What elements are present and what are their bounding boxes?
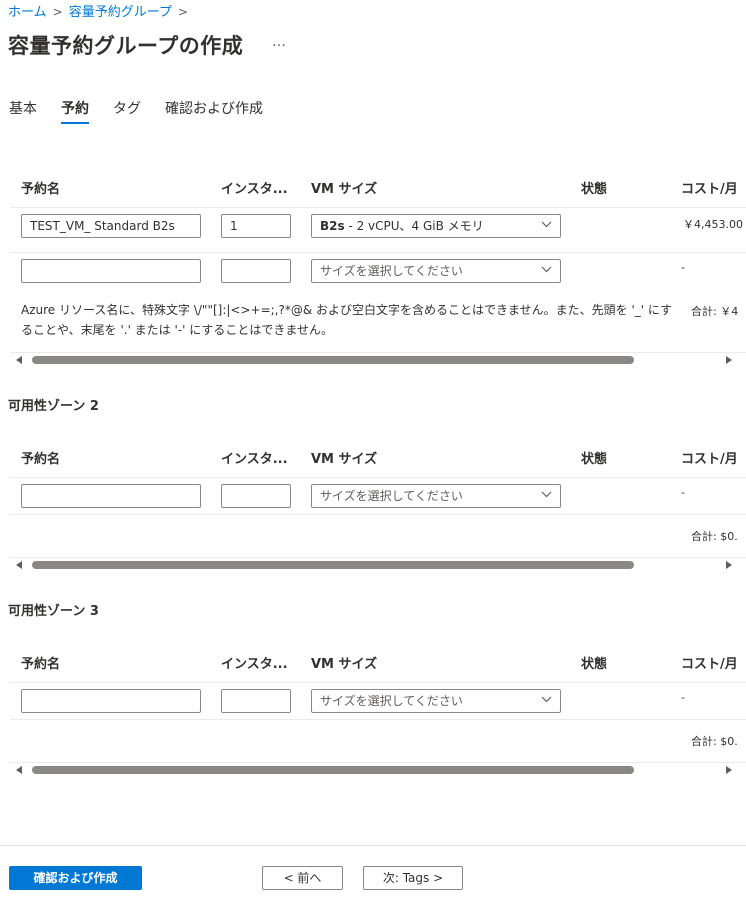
scrollbar-thumb[interactable] <box>32 766 634 774</box>
vm-size-dropdown[interactable]: B2s - 2 vCPU、4 GiB メモリ <box>311 214 561 238</box>
scroll-left-icon[interactable] <box>16 561 22 569</box>
validation-error-message: Azure リソース名に、特殊文字 \/""[]:|<>+=;,?*@& および… <box>21 303 673 337</box>
breadcrumb: ホーム > 容量予約グループ > <box>8 1 194 20</box>
row-cost: - <box>681 691 685 704</box>
active-tab-indicator <box>61 122 89 124</box>
column-header-instances: インスタ... <box>221 182 288 197</box>
row-divider <box>10 719 746 720</box>
vm-size-dropdown[interactable]: サイズを選択してください <box>311 259 561 283</box>
column-header-cost: コスト/月 <box>681 182 738 197</box>
next-tags-button[interactable]: 次: Tags > <box>363 866 463 890</box>
instance-count-input[interactable] <box>221 259 291 283</box>
row-divider <box>10 477 746 478</box>
vm-size-detail: - 2 vCPU、4 GiB メモリ <box>344 219 484 233</box>
instance-count-input[interactable]: 1 <box>221 214 291 238</box>
scroll-left-icon[interactable] <box>16 356 22 364</box>
chevron-down-icon <box>541 266 552 273</box>
review-create-button[interactable]: 確認および作成 <box>9 866 142 890</box>
vm-size-dropdown[interactable]: サイズを選択してください <box>311 484 561 508</box>
column-header-name: 予約名 <box>21 452 61 467</box>
page-title: 容量予約グループの作成 <box>8 34 244 58</box>
breadcrumb-separator-icon: > <box>177 5 188 19</box>
vm-size-dropdown[interactable]: サイズを選択してください <box>311 689 561 713</box>
row-cost: ￥4,453.00 <box>683 218 743 231</box>
column-header-cost: コスト/月 <box>681 657 738 672</box>
row-cost: - <box>681 486 685 499</box>
reservation-name-input[interactable] <box>21 484 201 508</box>
horizontal-scrollbar[interactable] <box>10 352 746 366</box>
tab-reservations[interactable]: 予約 <box>61 98 89 118</box>
previous-button[interactable]: < 前へ <box>262 866 343 890</box>
column-header-name: 予約名 <box>21 657 61 672</box>
column-header-instances: インスタ... <box>221 452 288 467</box>
footer-divider <box>0 845 746 846</box>
tab-tags[interactable]: タグ <box>113 98 141 118</box>
row-divider <box>10 207 746 208</box>
vm-size-placeholder: サイズを選択してください <box>320 264 463 278</box>
breadcrumb-separator-icon: > <box>52 5 63 19</box>
tab-basics[interactable]: 基本 <box>9 98 37 118</box>
more-options-icon[interactable]: … <box>272 34 287 50</box>
scrollbar-thumb[interactable] <box>32 561 634 569</box>
scroll-left-icon[interactable] <box>16 766 22 774</box>
tab-review-create[interactable]: 確認および作成 <box>165 98 263 118</box>
zone-total: 合計: $0. <box>691 735 738 748</box>
vm-size-name: B2s <box>320 219 345 233</box>
breadcrumb-group-link[interactable]: 容量予約グループ <box>69 5 172 20</box>
chevron-down-icon <box>541 221 552 228</box>
scroll-right-icon[interactable] <box>726 356 732 364</box>
instance-count-input[interactable] <box>221 689 291 713</box>
vm-size-placeholder: サイズを選択してください <box>320 489 463 503</box>
column-header-vm-size: VM サイズ <box>311 452 378 467</box>
zone-2-title: 可用性ゾーン 2 <box>8 399 99 414</box>
column-header-cost: コスト/月 <box>681 452 738 467</box>
zone-total: 合計: $0. <box>691 530 738 543</box>
scroll-right-icon[interactable] <box>726 766 732 774</box>
breadcrumb-home-link[interactable]: ホーム <box>8 5 47 20</box>
scrollbar-thumb[interactable] <box>32 356 634 364</box>
column-header-name: 予約名 <box>21 182 61 197</box>
chevron-down-icon <box>541 696 552 703</box>
zone-3-title: 可用性ゾーン 3 <box>8 604 99 619</box>
row-divider <box>10 682 746 683</box>
instance-count-input[interactable] <box>221 484 291 508</box>
chevron-down-icon <box>541 491 552 498</box>
row-divider <box>10 252 746 253</box>
row-cost: - <box>681 261 685 274</box>
column-header-status: 状態 <box>581 452 608 467</box>
scroll-right-icon[interactable] <box>726 561 732 569</box>
column-header-status: 状態 <box>581 182 608 197</box>
horizontal-scrollbar[interactable] <box>10 762 746 776</box>
vm-size-placeholder: サイズを選択してください <box>320 694 463 708</box>
reservation-name-input[interactable]: TEST_VM_ Standard B2s <box>21 214 201 238</box>
reservation-name-input[interactable] <box>21 259 201 283</box>
horizontal-scrollbar[interactable] <box>10 557 746 571</box>
column-header-status: 状態 <box>581 657 608 672</box>
column-header-vm-size: VM サイズ <box>311 657 378 672</box>
column-header-instances: インスタ... <box>221 657 288 672</box>
row-divider <box>10 514 746 515</box>
reservation-name-input[interactable] <box>21 689 201 713</box>
column-header-vm-size: VM サイズ <box>311 182 378 197</box>
zone-total: 合計: ￥4 <box>691 305 739 318</box>
